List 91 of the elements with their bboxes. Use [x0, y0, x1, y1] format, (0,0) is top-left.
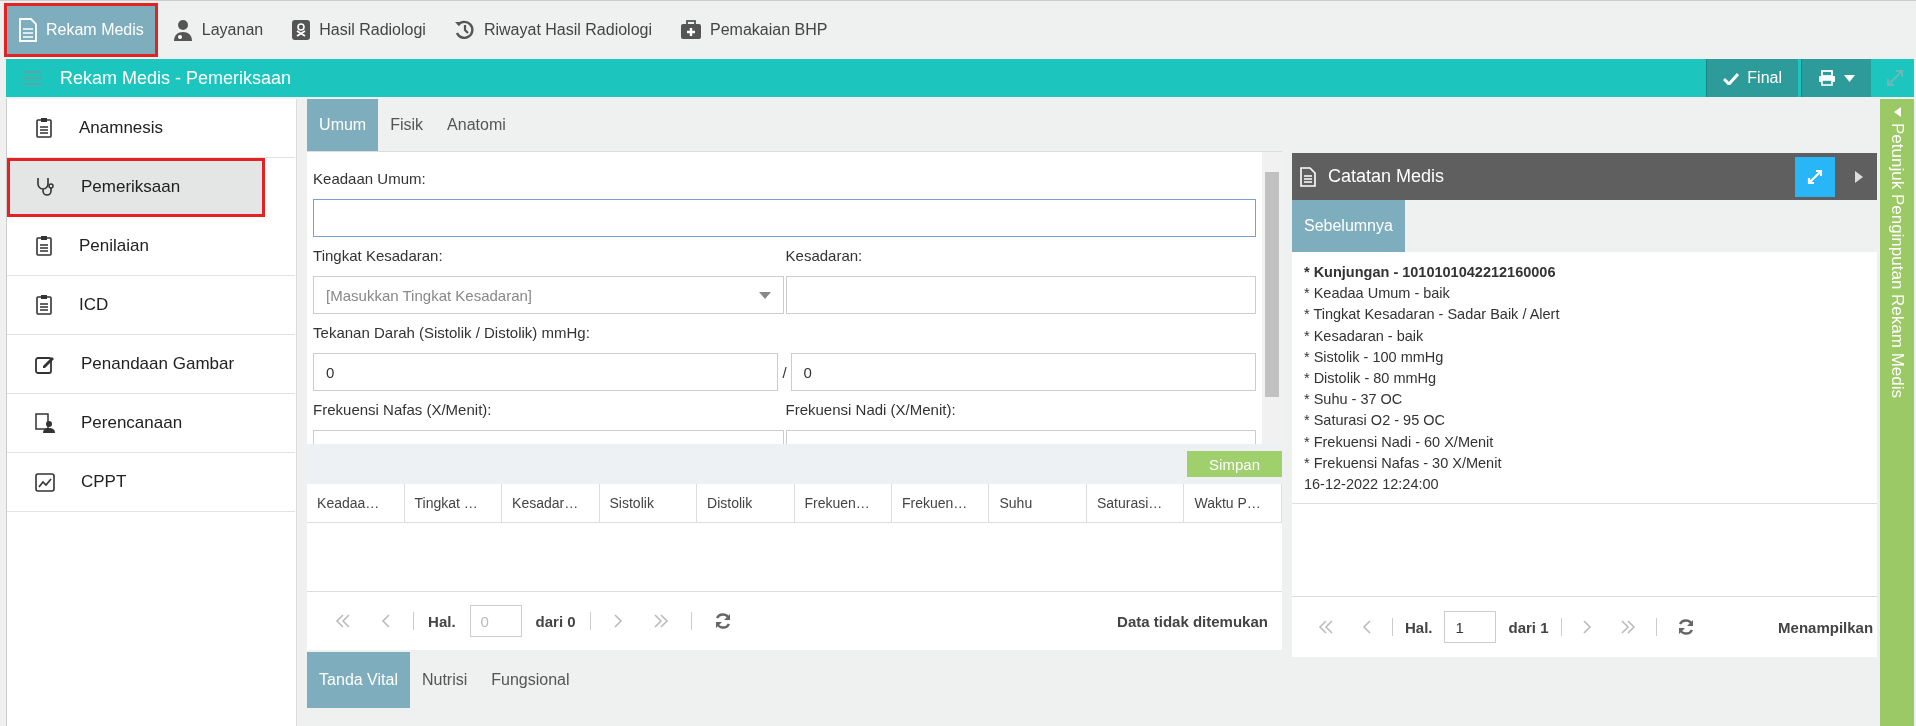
note-line: * Kesadaran - baik — [1303, 326, 1425, 346]
sistolik-field[interactable]: 0 — [313, 353, 779, 391]
nav-tab[interactable]: Pemakaian BHP — [668, 5, 840, 55]
next-page-icon[interactable] — [1581, 620, 1592, 634]
keadaan-umum-field[interactable] — [313, 199, 1256, 237]
note-line: * Saturasi O2 - 95 OC — [1303, 411, 1446, 431]
clipboard-icon — [35, 118, 53, 138]
column-header[interactable]: Waktu P… — [1184, 484, 1282, 522]
first-page-icon[interactable] — [335, 614, 352, 628]
separator-text: / — [782, 363, 787, 381]
field-label: Tekanan Darah (Sistolik / Distolik) mmHg: — [313, 323, 591, 343]
edit-icon — [35, 354, 55, 374]
field-label: Tingkat Kesadaran: — [313, 246, 444, 266]
note-line: * Tingkat Kesadaran - Sadar Baik / Alert — [1303, 305, 1561, 325]
page-count: dari 1 — [1508, 618, 1549, 636]
nav-tab[interactable]: Hasil Radiologi — [279, 5, 438, 55]
doctor-icon — [171, 19, 194, 41]
field-label: Keadaan Umum: — [313, 169, 427, 189]
previous-page-icon[interactable] — [1361, 620, 1372, 634]
note-line: * Frekuensi Nadi - 60 X/Menit — [1303, 432, 1495, 452]
clipboard-icon — [35, 236, 53, 256]
sidebar-item[interactable]: Pemeriksaan — [7, 158, 265, 217]
column-header[interactable]: Frekuen… — [892, 484, 990, 522]
stethoscope-icon — [35, 177, 55, 197]
column-header[interactable]: Suhu — [989, 484, 1087, 522]
history-icon — [453, 19, 476, 41]
sidebar-item[interactable]: Penilaian — [7, 217, 295, 276]
badge-icon — [291, 19, 312, 41]
tingkat-kesadaran-dropdown[interactable]: [Masukkan Tingkat Kesadaran] — [313, 276, 784, 314]
printer-icon — [1818, 70, 1836, 86]
caret-right-icon[interactable] — [1855, 170, 1864, 183]
column-header[interactable]: Frekuen… — [794, 484, 892, 522]
check-icon — [1723, 71, 1740, 85]
page-field[interactable]: 1 — [1444, 611, 1497, 643]
refresh-icon[interactable] — [713, 612, 732, 630]
scrollbar[interactable] — [1261, 152, 1282, 444]
caret-icon — [758, 291, 771, 299]
note-line: * Kunjungan - 1010101042212160006 — [1303, 263, 1557, 282]
form-tab[interactable]: Fisik — [378, 99, 436, 151]
expand-icon — [1807, 168, 1824, 185]
expand-button[interactable] — [1795, 156, 1836, 197]
form-tab[interactable]: Anatomi — [435, 99, 518, 151]
panel-title: Catatan Medis — [1327, 166, 1445, 187]
expand-icon[interactable] — [1886, 69, 1904, 87]
kesadaran-field[interactable] — [785, 276, 1256, 314]
sidebar-item[interactable]: ICD — [7, 276, 295, 335]
nav-tab[interactable]: Riwayat Hasil Radiologi — [441, 5, 664, 55]
document-icon — [1299, 166, 1316, 187]
caret-icon — [1844, 74, 1855, 82]
last-page-icon[interactable] — [652, 614, 669, 628]
column-header[interactable]: Saturasi… — [1086, 484, 1185, 522]
pager-status: Data tidak ditemukan — [1117, 612, 1268, 630]
field-label: Frekuensi Nafas (X/Menit): — [313, 400, 493, 420]
first-aid-kit-icon — [680, 20, 702, 40]
page-label: Hal. — [428, 612, 456, 630]
distolik-field[interactable]: 0 — [790, 353, 1256, 391]
menu-icon — [24, 71, 42, 85]
refresh-icon[interactable] — [1676, 618, 1695, 636]
document-icon — [18, 18, 38, 42]
section-tab[interactable]: Nutrisi — [409, 652, 480, 708]
page-title: Rekam Medis - Pemeriksaan — [60, 67, 292, 89]
field-label: Frekuensi Nadi (X/Menit): — [785, 400, 957, 420]
note-line: * Distolik - 80 mmHg — [1303, 369, 1438, 388]
page-label: Hal. — [1404, 618, 1433, 636]
column-header[interactable]: Distolik — [697, 484, 795, 522]
sidebar-item[interactable]: CPPT — [7, 453, 295, 512]
field-label: Kesadaran: — [785, 246, 864, 266]
last-page-icon[interactable] — [1619, 620, 1636, 634]
print-button[interactable] — [1801, 59, 1871, 97]
column-header[interactable]: Keadaa… — [307, 484, 405, 522]
caret-left-icon — [1893, 107, 1901, 117]
previous-page-icon[interactable] — [381, 614, 392, 628]
note-line: * Sistolik - 100 mmHg — [1303, 347, 1445, 367]
person-document-icon — [35, 413, 55, 433]
page-count: dari 0 — [535, 612, 576, 630]
column-header[interactable]: Kesadar… — [502, 484, 600, 522]
pager-status: Menampilkan — [1778, 618, 1874, 636]
note-line: * Frekuensi Nafas - 30 X/Menit — [1303, 453, 1503, 473]
note-line: * Keadaa Umum - baik — [1303, 284, 1451, 304]
note-line: 16-12-2022 12:24:00 — [1303, 475, 1440, 495]
column-header[interactable]: Tingkat … — [404, 484, 503, 522]
nav-tab[interactable]: Layanan — [159, 5, 276, 55]
first-page-icon[interactable] — [1317, 620, 1334, 634]
chart-document-icon — [35, 472, 55, 492]
next-page-icon[interactable] — [612, 614, 623, 628]
section-tab[interactable]: Fungsional — [479, 652, 582, 708]
note-line: * Suhu - 37 OC — [1303, 390, 1404, 410]
column-header[interactable]: Sistolik — [599, 484, 697, 522]
clipboard-icon — [35, 295, 53, 315]
sidebar-item[interactable]: Penandaan Gambar — [7, 335, 295, 394]
sidebar-item[interactable]: Perencanaan — [7, 394, 295, 453]
